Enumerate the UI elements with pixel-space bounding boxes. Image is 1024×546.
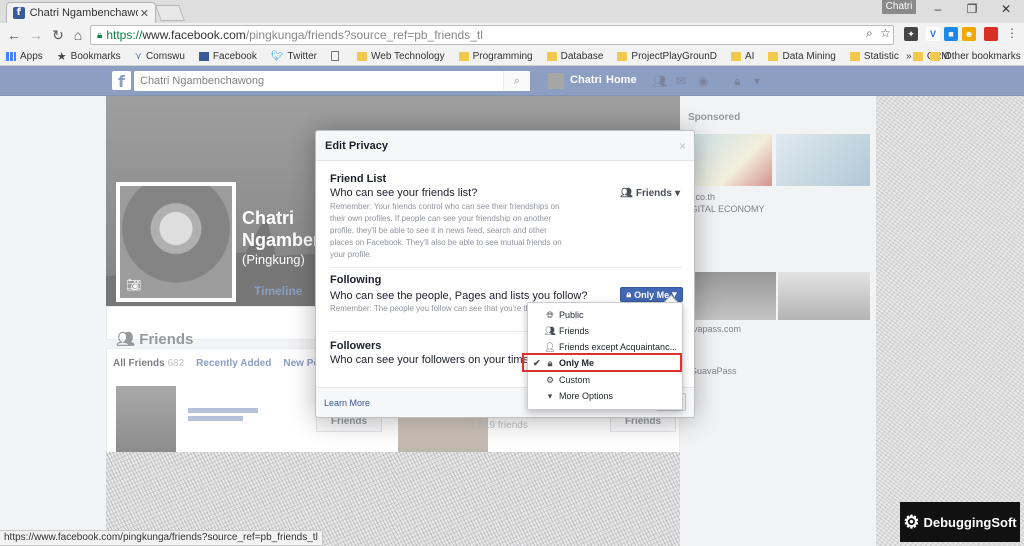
apps-icon [6,51,16,61]
dialog-header: Edit Privacy × [316,131,694,161]
forward-icon[interactable]: → [28,27,44,43]
home-icon[interactable]: ⌂ [70,27,86,43]
caret-down-icon: ▾ [547,390,553,401]
friends-except-icon: 👤︎ [544,341,556,352]
close-window-icon[interactable]: ✕ [992,2,1020,16]
blue-extension-icon[interactable]: ■ [944,27,958,41]
learn-more-link[interactable]: Learn More [324,398,370,408]
friend-list-audience-selector[interactable]: 👥︎ Friends ▾ [620,188,680,199]
url-input[interactable]: 🔒︎ https://www.facebook.com/pingkunga/fr… [90,25,894,45]
caret-down-icon: ▾ [674,188,680,199]
page-icon [331,51,339,61]
following-question: Who can see the people, Pages and lists … [330,290,588,302]
browser-tab-strip: f Chatri Ngambenchawong ✕ Chatri – ❐ ✕ [0,0,1024,23]
bookmark-star-icon[interactable]: ☆ [880,26,891,40]
friend-list-note: Remember: Your friends control who can s… [330,202,562,259]
status-bar-url: https://www.facebook.com/pingkunga/frien… [0,530,323,546]
bookmark-facebook[interactable]: Facebook [198,51,257,62]
facebook-icon [198,51,209,61]
folder-icon [546,51,557,61]
bookmark-apps[interactable]: Apps [6,51,43,62]
folder-icon [617,51,628,61]
friend-list-title: Friend List [330,173,387,185]
gear-icon: ⚙ [545,374,555,385]
friends-icon: 👥︎ [544,325,556,336]
face-extension-icon[interactable]: ☻ [962,27,976,41]
facebook-favicon-icon: f [13,7,25,19]
folder-icon [458,51,469,61]
following-title: Following [330,274,382,286]
menu-item-friends[interactable]: 👥︎ Friends [529,323,683,339]
folder-icon [849,51,860,61]
reload-icon[interactable]: ↻ [50,27,66,43]
browser-tab[interactable]: f Chatri Ngambenchawong ✕ [6,2,156,23]
bookmark-page[interactable] [331,51,343,61]
section-divider [330,267,682,268]
url-text: https://www.facebook.com/pingkunga/frien… [106,28,483,42]
bookmark-bookmarks[interactable]: ★ Bookmarks [57,50,121,63]
other-bookmarks[interactable]: Other bookmarks [930,47,1021,66]
followers-title: Followers [330,340,382,352]
menu-item-public[interactable]: 🌐︎ Public [529,307,683,323]
dialog-title: Edit Privacy [325,140,388,152]
zoom-icon[interactable]: ⌕ [866,26,873,41]
bookmarks-bar: Apps ★ Bookmarks ⋎ Comswu Facebook 🐦︎ Twitt… [0,47,1024,66]
bookmark-projectplayground[interactable]: ProjectPlayGrounD [617,51,717,62]
menu-item-custom[interactable]: ⚙ Custom [529,372,683,388]
folder-icon [912,51,923,61]
gear-icon: ⚙ [903,511,920,532]
comswu-icon: ⋎ [134,50,143,62]
bookmark-programming[interactable]: Programming [458,51,533,62]
extension-icon[interactable]: ✦ [904,27,918,41]
bookmark-ai[interactable]: AI [731,51,754,62]
friend-list-question: Who can see your friends list? [330,187,478,199]
folder-icon [731,51,742,61]
back-icon[interactable]: ← [6,27,22,43]
menu-item-more-options[interactable]: ▾ More Options [529,388,683,404]
minimize-icon[interactable]: – [924,2,952,16]
bookmark-statistic[interactable]: Statistic [849,51,899,62]
annotation-highlight-box [522,353,682,372]
watermark-logo: ⚙ DebuggingSoft [900,502,1020,542]
friends-icon: 👥︎ [620,188,633,199]
bookmark-comswu[interactable]: ⋎ Comswu [135,51,185,62]
restore-icon[interactable]: ❐ [958,2,986,16]
secure-lock-icon: 🔒︎ [97,29,103,41]
bookmark-data-mining[interactable]: Data Mining [768,51,836,62]
bookmarks-overflow-button[interactable]: » [906,47,912,66]
twitter-icon: 🐦︎ [270,50,284,62]
v-extension-icon[interactable]: V [926,27,940,41]
folder-icon [768,51,779,61]
new-tab-button[interactable] [155,5,185,21]
star-icon: ★ [56,50,67,63]
browser-profile-button[interactable]: Chatri [882,0,916,14]
browser-tab-title: Chatri Ngambenchawong [29,7,138,19]
chrome-menu-icon[interactable]: ⋮ [1006,26,1018,40]
folder-icon [930,52,940,61]
tab-close-icon[interactable]: ✕ [140,7,149,20]
bookmark-database[interactable]: Database [546,51,603,62]
red-extension-icon[interactable] [984,27,998,41]
bookmark-twitter[interactable]: 🐦︎ Twitter [271,51,317,62]
close-icon[interactable]: × [679,139,686,153]
bookmark-web-technology[interactable]: Web Technology [357,51,445,62]
followers-question: Who can see your followers on your timel… [330,354,546,366]
lock-icon: 🔒︎ [626,289,632,299]
address-bar-row: ← → ↻ ⌂ 🔒︎ https://www.facebook.com/ping… [0,23,1024,47]
folder-icon [357,51,367,61]
globe-icon: 🌐︎ [546,309,554,320]
